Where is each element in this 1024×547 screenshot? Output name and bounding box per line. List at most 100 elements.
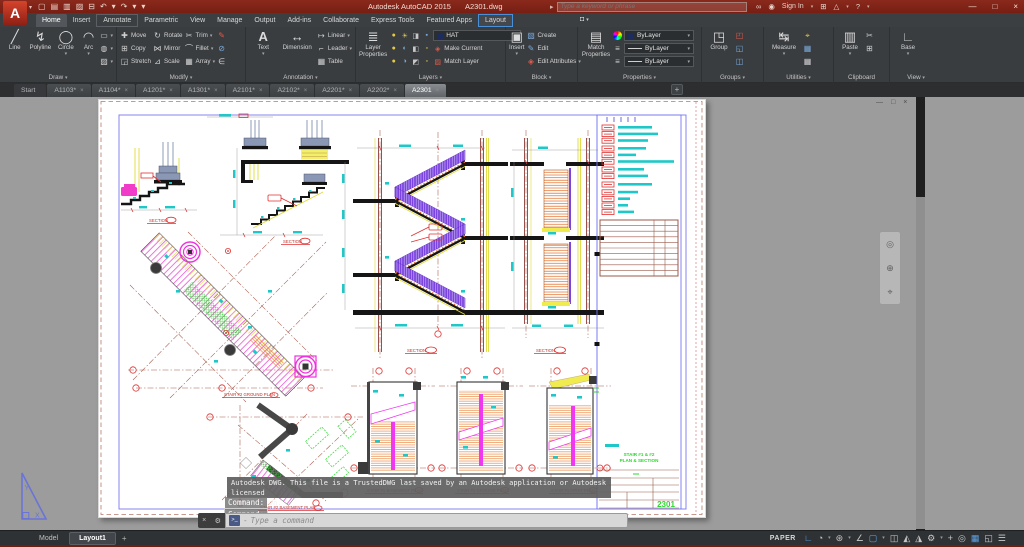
ribbon-tab[interactable]: Add-ins [281, 14, 317, 27]
status-toggle-icon[interactable]: ◭ [903, 532, 910, 544]
color-dropdown[interactable]: ByLayer▾ [624, 30, 694, 41]
group-edit-icon[interactable]: ◱ [735, 44, 744, 53]
status-toggle-icon[interactable]: ◔ [818, 532, 823, 544]
paste-button[interactable]: ▥Paste▾ [837, 29, 863, 57]
mirror-button[interactable]: ⋈Mirror [153, 42, 183, 55]
file-tab-close-icon[interactable]: × [259, 88, 263, 94]
file-tab[interactable]: A1301* × [181, 84, 225, 97]
dimension-button[interactable]: ↔Dimension [280, 29, 315, 52]
make-current-icon[interactable]: ◈ [433, 45, 442, 53]
layer-unlock-icon[interactable]: ▫ [422, 45, 431, 52]
qat-icon[interactable]: ▤ [51, 2, 59, 11]
file-tab[interactable]: A2101* × [226, 84, 270, 97]
match-layer-icon[interactable]: ▨ [433, 58, 442, 66]
create-block-button[interactable]: ▧Create [526, 29, 580, 42]
explode-button[interactable]: ⊘ [217, 42, 226, 55]
command-close-icon[interactable]: × [202, 517, 206, 524]
rectangle-button[interactable]: ▭▾ [100, 29, 114, 42]
id-point-icon[interactable]: ⌖ [803, 31, 812, 41]
status-toggle-icon[interactable]: ▾ [940, 532, 943, 544]
file-tab-close-icon[interactable]: × [349, 88, 353, 94]
close-button[interactable]: × [1013, 2, 1018, 11]
lineweight-list-icon[interactable]: ≡ [613, 44, 622, 53]
panel-label-block[interactable]: Block ▾ [506, 73, 577, 83]
status-toggle-icon[interactable]: ⊛ [836, 532, 844, 544]
trim-button[interactable]: ✂Trim▾ [185, 29, 216, 42]
linear-button[interactable]: ↦Linear▾ [317, 29, 352, 42]
edit-attributes-button[interactable]: ◈Edit Attributes▾ [526, 55, 580, 68]
scale-button[interactable]: ⊿Scale [153, 55, 183, 68]
status-toggle-icon[interactable]: ◎ [958, 532, 966, 544]
layer-thaw-icon[interactable]: ☀ [400, 32, 409, 40]
ribbon-tab[interactable]: Manage [211, 14, 248, 27]
file-tab-close-icon[interactable]: × [214, 88, 218, 94]
file-tab-close-icon[interactable]: × [393, 88, 397, 94]
group-select-icon[interactable]: ◫ [735, 57, 744, 66]
app-logo[interactable]: A [3, 1, 27, 25]
vertical-scrollbar[interactable] [916, 97, 925, 530]
navigation-bar[interactable]: ◎⊕⌖ [879, 231, 901, 305]
status-toggle-icon[interactable]: ▦ [971, 532, 980, 544]
layer-color-icon[interactable]: ▪ [422, 32, 431, 39]
file-tab-close-icon[interactable]: × [80, 88, 84, 94]
insert-button[interactable]: ▣Insert▾ [509, 29, 524, 57]
move-button[interactable]: ✚Move [120, 29, 151, 42]
qat-icon[interactable]: ⊟ [88, 2, 95, 11]
layer-freeze-icon[interactable]: ◧ [411, 45, 420, 53]
scrollbar-thumb[interactable] [916, 197, 925, 529]
sign-in-button[interactable]: Sign In [782, 3, 804, 10]
rotate-button[interactable]: ↻Rotate [153, 29, 183, 42]
ribbon-tab[interactable]: Annotate [96, 14, 138, 27]
ribbon-tab[interactable]: Collaborate [317, 14, 365, 27]
ribbon-tab[interactable]: Home [36, 14, 67, 27]
person-icon[interactable]: ◉ [768, 2, 775, 11]
layer-off-icon[interactable]: ● [389, 45, 398, 52]
base-button[interactable]: ∟Base▾ [893, 29, 923, 57]
file-tab[interactable]: A2201* × [315, 84, 359, 97]
leader-button[interactable]: ⌐Leader▾ [317, 42, 352, 55]
ribbon-tab[interactable]: Layout [478, 14, 513, 27]
layer-state-icon[interactable]: ▫ [422, 58, 431, 65]
quick-select-icon[interactable]: ▦ [803, 44, 812, 53]
panel-label-utilities[interactable]: Utilities ▾ [764, 73, 833, 83]
layout-paper[interactable]: .dd1{stroke:#a85848;stroke-width:0.55;st… [98, 99, 706, 518]
status-toggle-icon[interactable]: + [948, 532, 953, 544]
qat-icon[interactable]: ▨ [76, 2, 84, 11]
copy-button[interactable]: ⊞Copy [120, 42, 151, 55]
qat-icon[interactable]: ▢ [38, 2, 46, 11]
file-tab-close-icon[interactable]: × [304, 88, 308, 94]
edit-block-button[interactable]: ✎Edit [526, 42, 580, 55]
table-button[interactable]: ▦Table [317, 55, 352, 68]
panel-label-groups[interactable]: Groups ▾ [702, 73, 763, 83]
search-input[interactable] [557, 2, 747, 12]
nav-tool-icon[interactable]: ⌖ [887, 287, 892, 298]
text-button[interactable]: AText▾ [249, 29, 278, 57]
layer-match-icon[interactable]: ◑ [400, 58, 409, 65]
layer-properties-button[interactable]: ≣LayerProperties [359, 29, 387, 58]
line-button[interactable]: ╱Line [3, 29, 27, 52]
search-go-icon[interactable]: ▸ [550, 3, 554, 11]
copy-clip-icon[interactable]: ⊞ [865, 44, 874, 53]
make-current-button[interactable]: Make Current [444, 45, 482, 52]
panel-label-properties[interactable]: Properties ▾ [578, 73, 701, 83]
doc-restore-icon[interactable]: □ [891, 99, 895, 106]
doc-close-icon[interactable]: × [903, 99, 907, 106]
sign-in-dropdown-icon[interactable]: ▾ [811, 4, 814, 10]
new-drawing-tab-button[interactable]: + [671, 84, 683, 95]
match-layer-button[interactable]: Match Layer [444, 58, 479, 65]
status-toggle-icon[interactable]: ◫ [890, 532, 899, 544]
qat-icon[interactable]: ↷ [121, 2, 128, 11]
quick-calc-icon[interactable]: ▦ [803, 57, 812, 66]
model-tab[interactable]: Model [30, 533, 67, 544]
cut-icon[interactable]: ✂ [865, 31, 874, 40]
help-icon[interactable]: ? [856, 2, 860, 11]
panel-label-annotation[interactable]: Annotation ▾ [246, 73, 355, 83]
circle-button[interactable]: ◯Circle▾ [54, 29, 78, 57]
status-toggle-icon[interactable]: ☰ [998, 532, 1006, 544]
file-tab[interactable]: A2301 × [405, 84, 446, 97]
lineweight-dropdown[interactable]: ByLayer▾ [624, 43, 694, 54]
command-line[interactable]: × ⚙ >_ - Type a command [198, 513, 628, 528]
ribbon-tab[interactable]: Parametric [138, 14, 184, 27]
measure-button[interactable]: ↹Measure▾ [767, 29, 801, 57]
group-button[interactable]: ◳Group [705, 29, 733, 52]
